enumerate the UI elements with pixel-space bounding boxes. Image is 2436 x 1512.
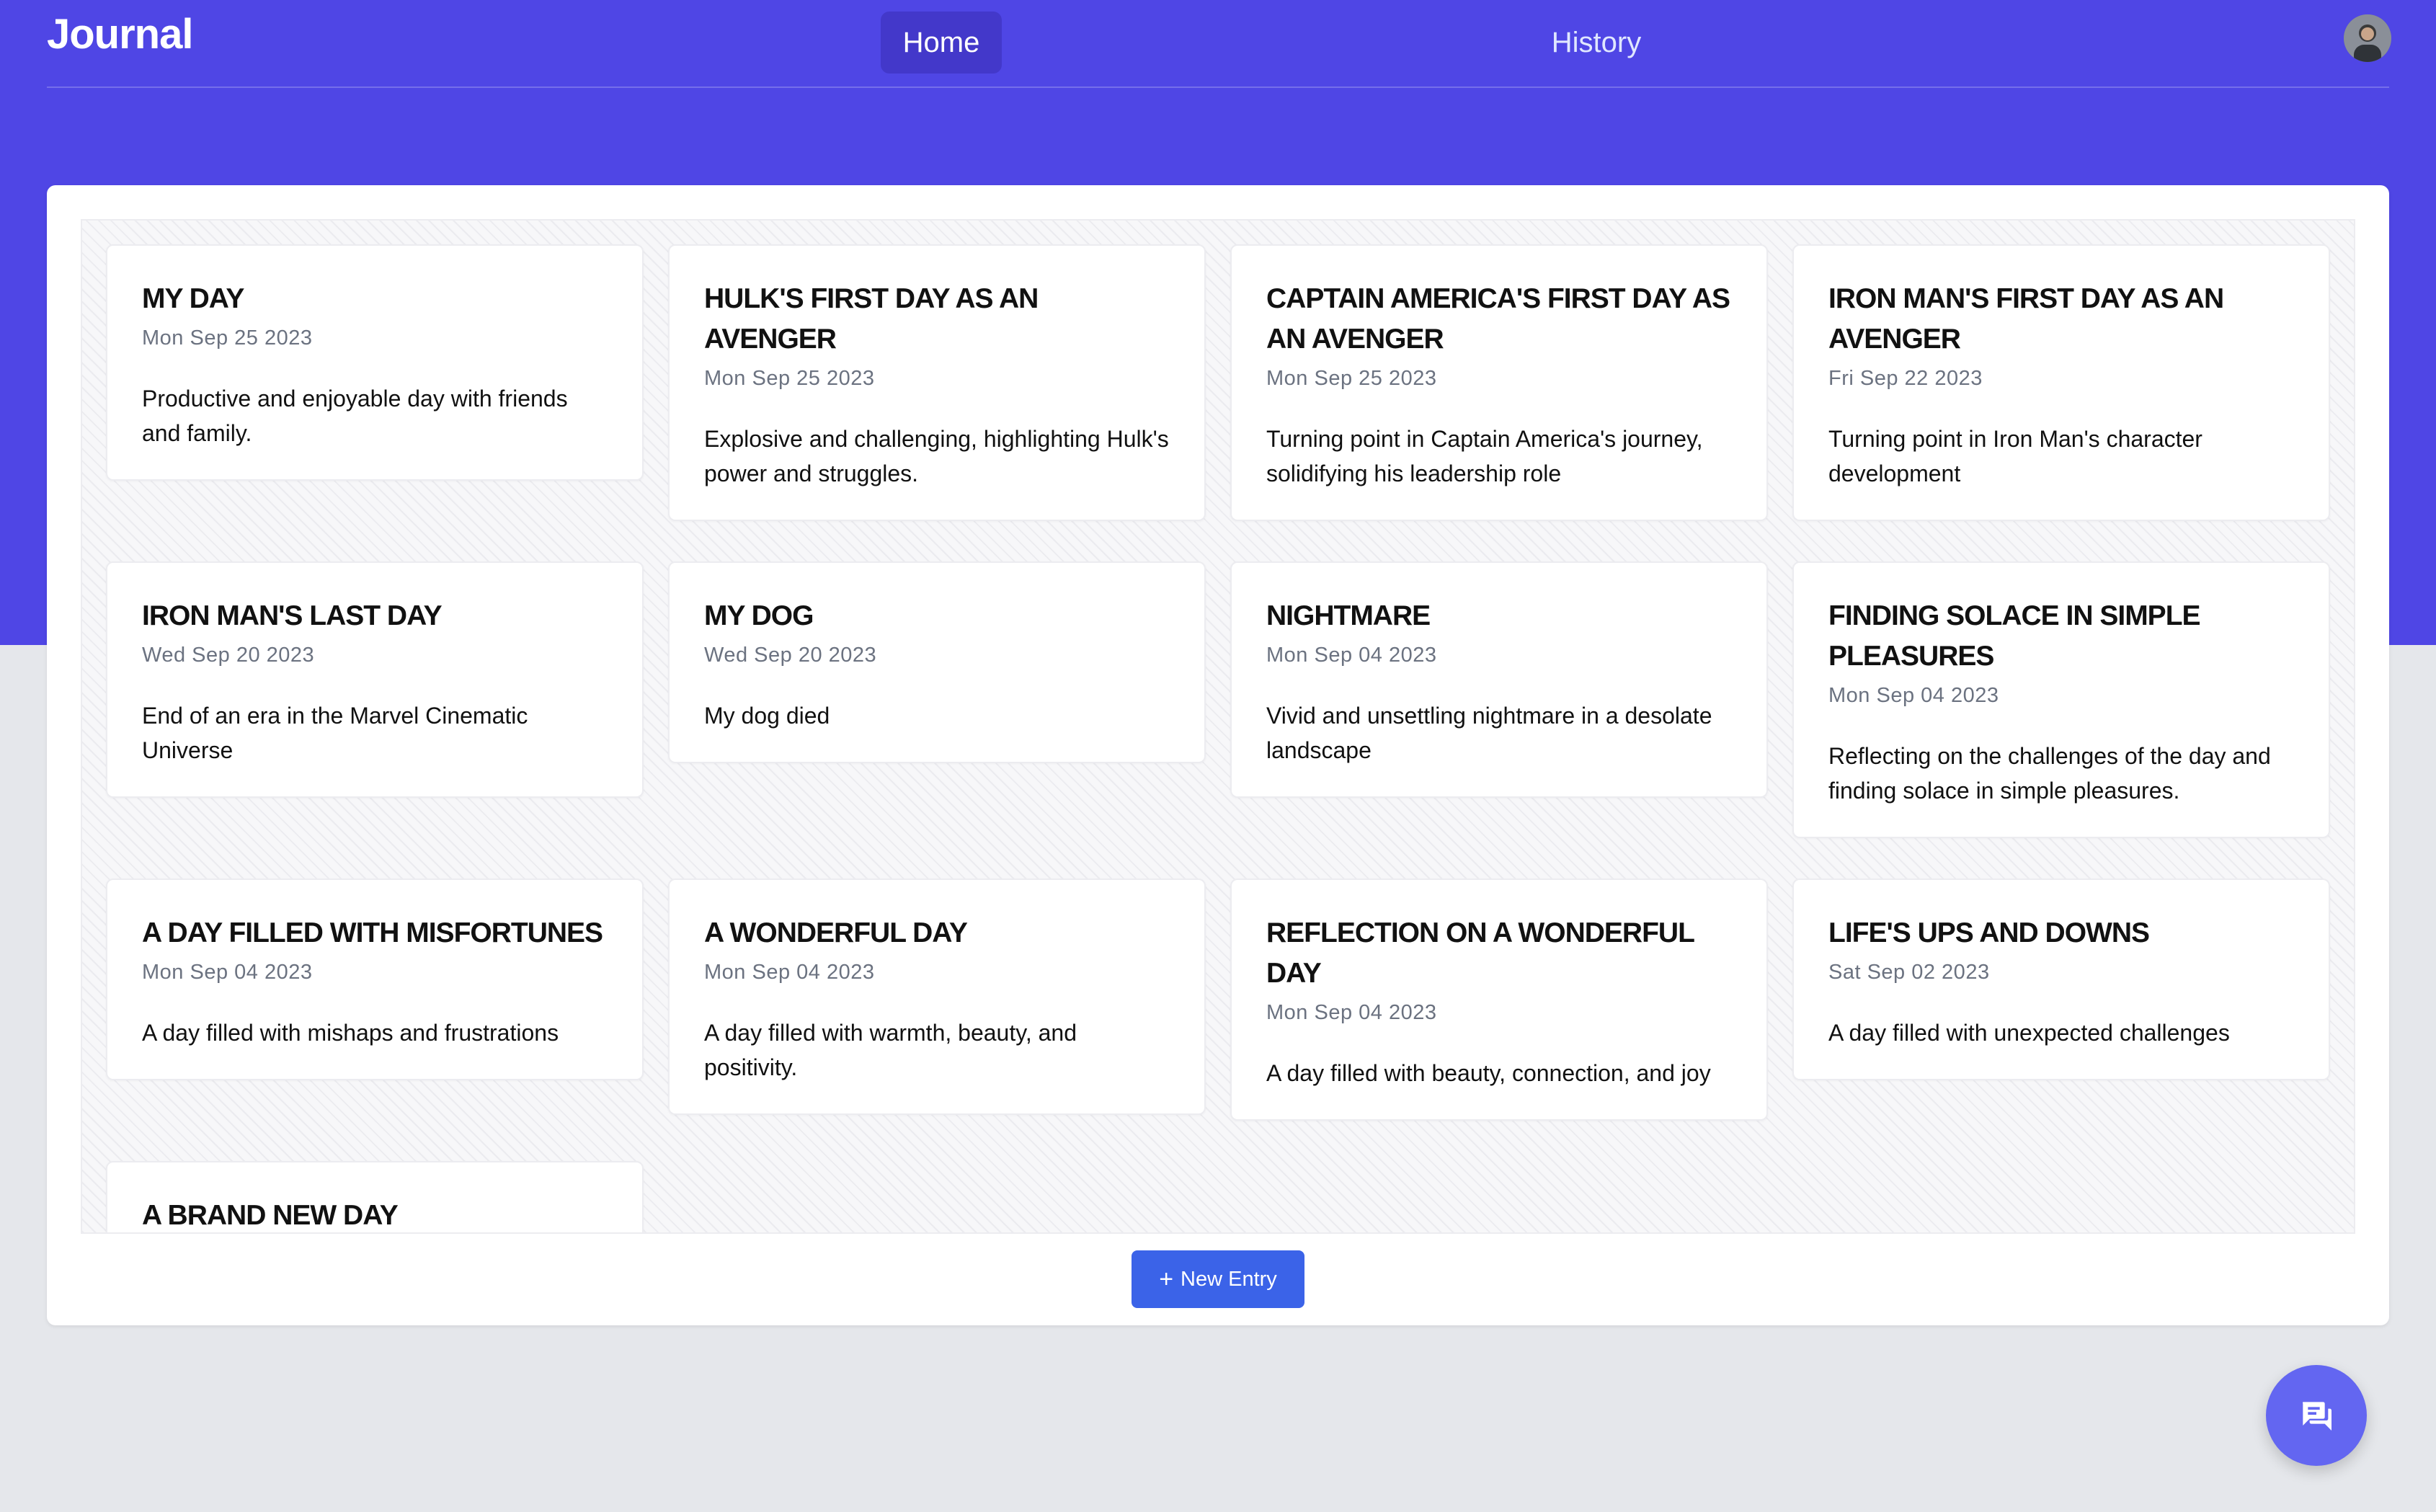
new-entry-button[interactable]: + New Entry [1132, 1250, 1304, 1308]
entry-description: A day filled with warmth, beauty, and po… [704, 1020, 1077, 1080]
entry-description: A day filled with mishaps and frustratio… [142, 1020, 559, 1046]
entry-card[interactable]: A WONDERFUL DAY Mon Sep 04 2023 A day fi… [668, 879, 1206, 1115]
entry-title: HULK'S FIRST DAY AS AN AVENGER [704, 283, 1039, 355]
top-nav: Journal Home History [47, 0, 2391, 88]
entries-grid[interactable]: MY DAY Mon Sep 25 2023 Productive and en… [81, 219, 2355, 1234]
entry-title: REFLECTION ON A WONDERFUL DAY [1266, 917, 1694, 989]
entries-panel: MY DAY Mon Sep 25 2023 Productive and en… [47, 185, 2389, 1325]
entry-date: Fri Sep 22 2023 [1828, 367, 1983, 390]
entry-date: Mon Sep 04 2023 [142, 961, 313, 984]
nav-home-link[interactable]: Home [881, 12, 1002, 74]
plus-icon: + [1159, 1266, 1174, 1293]
entry-card[interactable]: A DAY FILLED WITH MISFORTUNES Mon Sep 04… [106, 879, 644, 1080]
entry-card[interactable]: FINDING SOLACE IN SIMPLE PLEASURES Mon S… [1792, 561, 2330, 838]
entry-card[interactable]: IRON MAN'S FIRST DAY AS AN AVENGER Fri S… [1792, 244, 2330, 521]
entry-card[interactable]: CAPTAIN AMERICA'S FIRST DAY AS AN AVENGE… [1230, 244, 1768, 521]
chat-icon [2303, 1402, 2331, 1431]
entry-date: Wed Sep 20 2023 [142, 644, 315, 667]
entry-date: Mon Sep 25 2023 [704, 367, 875, 390]
entry-description: End of an era in the Marvel Cinematic Un… [142, 703, 528, 763]
entry-card[interactable]: MY DOG Wed Sep 20 2023 My dog died [668, 561, 1206, 763]
entry-title: MY DAY [142, 283, 244, 314]
entry-card[interactable]: MY DAY Mon Sep 25 2023 Productive and en… [106, 244, 644, 481]
avatar[interactable] [2344, 14, 2391, 62]
entry-title: MY DOG [704, 600, 814, 631]
entry-card[interactable]: A BRAND NEW DAY [106, 1161, 644, 1232]
new-entry-label: New Entry [1181, 1267, 1277, 1291]
entry-title: CAPTAIN AMERICA'S FIRST DAY AS AN AVENGE… [1266, 283, 1730, 355]
entry-description: Productive and enjoyable day with friend… [142, 386, 568, 446]
entry-description: Explosive and challenging, highlighting … [704, 426, 1169, 486]
entry-card[interactable]: HULK'S FIRST DAY AS AN AVENGER Mon Sep 2… [668, 244, 1206, 521]
chat-button[interactable] [2266, 1365, 2367, 1466]
entry-card[interactable]: IRON MAN'S LAST DAY Wed Sep 20 2023 End … [106, 561, 644, 798]
avatar-image [2344, 14, 2391, 62]
entry-card[interactable]: REFLECTION ON A WONDERFUL DAY Mon Sep 04… [1230, 879, 1768, 1121]
entry-title: NIGHTMARE [1266, 600, 1431, 631]
entry-card[interactable]: LIFE'S UPS AND DOWNS Sat Sep 02 2023 A d… [1792, 879, 2330, 1080]
nav-history-link[interactable]: History [1535, 12, 1658, 74]
entry-description: Reflecting on the challenges of the day … [1828, 743, 2271, 804]
entry-description: A day filled with unexpected challenges [1828, 1020, 2230, 1046]
entry-title: A DAY FILLED WITH MISFORTUNES [142, 917, 603, 948]
entry-title: IRON MAN'S LAST DAY [142, 600, 443, 631]
entry-date: Mon Sep 04 2023 [1266, 1001, 1437, 1024]
entry-date: Mon Sep 04 2023 [1266, 644, 1437, 667]
entry-date: Mon Sep 04 2023 [1828, 684, 1999, 707]
brand-logo[interactable]: Journal [47, 10, 193, 58]
entry-card[interactable]: NIGHTMARE Mon Sep 04 2023 Vivid and unse… [1230, 561, 1768, 798]
entry-date: Sat Sep 02 2023 [1828, 961, 1990, 984]
entry-title: LIFE'S UPS AND DOWNS [1828, 917, 2150, 948]
entry-date: Mon Sep 04 2023 [704, 961, 875, 984]
entry-title: IRON MAN'S FIRST DAY AS AN AVENGER [1828, 283, 2224, 355]
entry-date: Mon Sep 25 2023 [142, 326, 313, 350]
entry-date: Wed Sep 20 2023 [704, 644, 877, 667]
entry-title: A BRAND NEW DAY [142, 1200, 399, 1231]
entry-description: My dog died [704, 703, 830, 729]
entry-description: A day filled with beauty, connection, an… [1266, 1060, 1711, 1086]
entry-title: FINDING SOLACE IN SIMPLE PLEASURES [1828, 600, 2201, 672]
entry-date: Mon Sep 25 2023 [1266, 367, 1437, 390]
entry-description: Turning point in Captain America's journ… [1266, 426, 1703, 486]
entry-description: Turning point in Iron Man's character de… [1828, 426, 2202, 486]
entry-description: Vivid and unsettling nightmare in a deso… [1266, 703, 1712, 763]
entry-title: A WONDERFUL DAY [704, 917, 968, 948]
